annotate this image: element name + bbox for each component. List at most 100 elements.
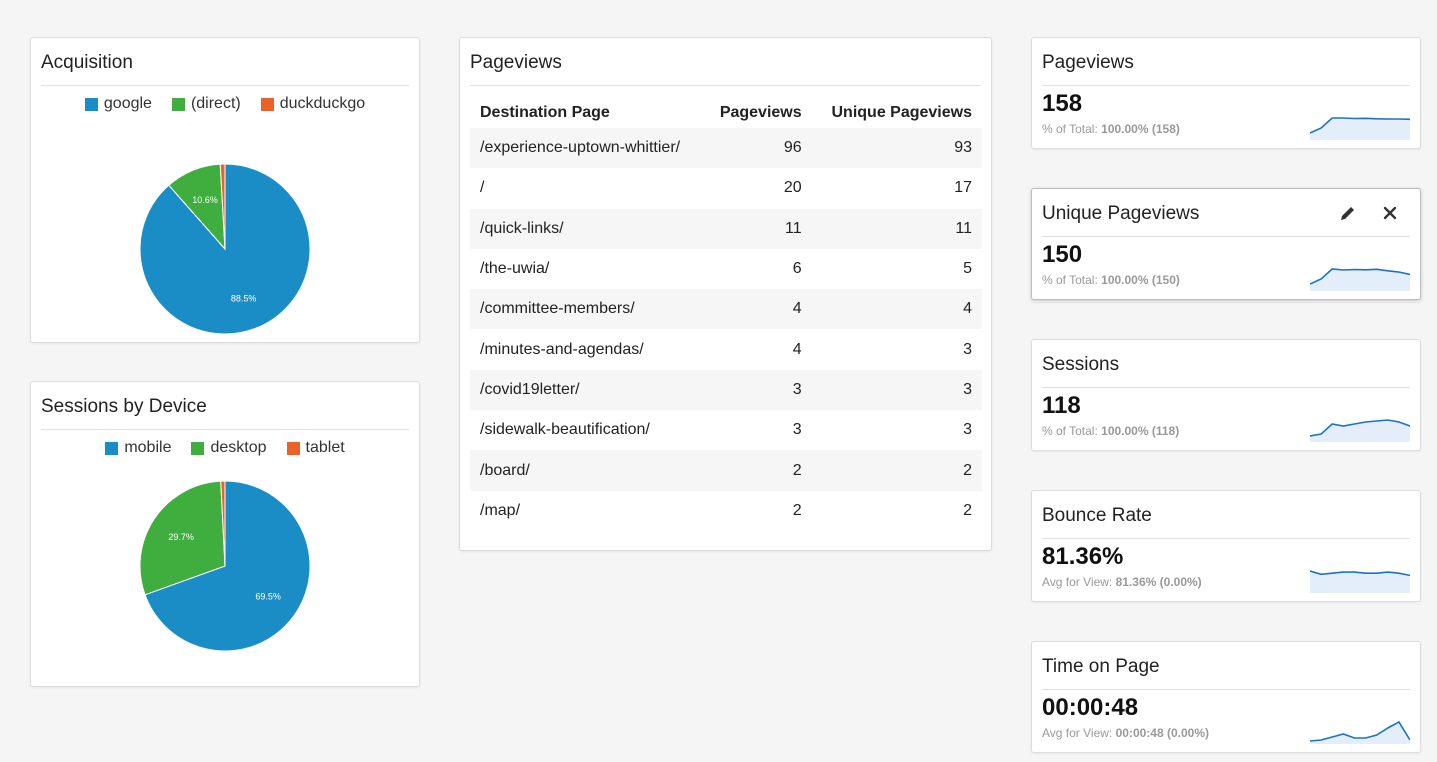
sparkline-chart[interactable] bbox=[1310, 412, 1410, 442]
unique-pageviews-cell: 2 bbox=[963, 501, 972, 519]
acquisition-legend: google (direct) duckduckgo bbox=[31, 95, 419, 113]
unique-pageviews-cell: 17 bbox=[954, 179, 972, 197]
sparkline-chart[interactable] bbox=[1310, 714, 1410, 744]
pageviews-table-card: Pageviews Destination Page Pageviews Uni… bbox=[459, 37, 992, 551]
device-pie-chart[interactable]: 69.5% 29.7% bbox=[139, 480, 311, 652]
table-header-row: Destination Page Pageviews Unique Pagevi… bbox=[470, 86, 982, 128]
page-link[interactable]: /the-uwia/ bbox=[470, 249, 704, 289]
sparkline-area bbox=[1310, 722, 1410, 744]
metric-sub-label: % of Total: bbox=[1042, 424, 1098, 438]
sparkline-chart[interactable] bbox=[1310, 110, 1410, 140]
device-legend: mobile desktop tablet bbox=[31, 439, 419, 457]
table-row: /minutes-and-agendas/4 3 bbox=[470, 329, 982, 369]
metric-title-text: Sessions bbox=[1042, 354, 1120, 375]
metric-sub-label: % of Total: bbox=[1042, 273, 1098, 287]
table-row: /experience-uptown-whittier/96 93 bbox=[470, 128, 982, 169]
legend-item-mobile[interactable]: mobile bbox=[105, 439, 171, 457]
column-header-pageviews[interactable]: Pageviews bbox=[704, 86, 812, 128]
metric-card-pageviews: Pageviews 158 % of Total: 100.00% (158) bbox=[1031, 37, 1421, 149]
unique-pageviews-cell: 2 bbox=[811, 450, 982, 491]
acquisition-pie-chart[interactable]: 88.5% 10.6% bbox=[139, 163, 311, 335]
legend-label: (direct) bbox=[190, 95, 241, 112]
table-row: /sidewalk-beautification/3 3 bbox=[470, 410, 982, 450]
page-link[interactable]: /quick-links/ bbox=[470, 208, 704, 249]
legend-swatch bbox=[105, 441, 119, 455]
table-row: /board/2 2 bbox=[470, 450, 982, 491]
metric-sub-label: Avg for View: bbox=[1042, 726, 1113, 740]
legend-item-duckduckgo[interactable]: duckduckgo bbox=[260, 95, 366, 113]
pie-slice-label: 10.6% bbox=[192, 195, 218, 205]
unique-pageviews-cell: 11 bbox=[811, 208, 982, 249]
legend-item-direct[interactable]: (direct) bbox=[171, 95, 241, 113]
pageviews-cell: 96 bbox=[703, 128, 812, 169]
sessions-by-device-card: Sessions by Device mobile desktop tablet… bbox=[30, 381, 420, 687]
metric-title: Sessions bbox=[1042, 340, 1410, 388]
legend-item-desktop[interactable]: desktop bbox=[191, 439, 267, 457]
metric-sub-value: 100.00% (150) bbox=[1101, 273, 1180, 287]
page-link[interactable]: / bbox=[470, 168, 704, 208]
page-link[interactable]: /sidewalk-beautification/ bbox=[470, 410, 704, 450]
table-row: /the-uwia/6 5 bbox=[470, 249, 982, 289]
metric-sub-value: 100.00% (158) bbox=[1101, 122, 1180, 136]
table-row: /committee-members/4 4 bbox=[470, 289, 982, 330]
sessions-by-device-title: Sessions by Device bbox=[41, 382, 409, 430]
sparkline-chart[interactable] bbox=[1310, 563, 1410, 593]
metric-card-time-on-page: Time on Page 00:00:48 Avg for View: 00:0… bbox=[1031, 641, 1421, 753]
legend-item-google[interactable]: google bbox=[84, 95, 152, 113]
page-link[interactable]: /experience-uptown-whittier/ bbox=[470, 128, 704, 169]
legend-swatch bbox=[171, 97, 185, 111]
edit-pencil-icon[interactable] bbox=[1338, 203, 1358, 223]
page-link[interactable]: /board/ bbox=[470, 450, 704, 491]
pageviews-table: Destination Page Pageviews Unique Pagevi… bbox=[470, 86, 982, 531]
unique-pageviews-cell: 3 bbox=[963, 421, 972, 439]
page-link[interactable]: /covid19letter/ bbox=[470, 369, 704, 411]
acquisition-card: Acquisition google (direct) duckduckgo 8… bbox=[30, 37, 420, 343]
metric-sub-value: 100.00% (118) bbox=[1101, 424, 1180, 438]
unique-pageviews-cell: 3 bbox=[811, 369, 982, 411]
pageviews-cell: 3 bbox=[703, 369, 812, 411]
table-row: / 20 17 bbox=[470, 168, 982, 208]
legend-swatch bbox=[84, 97, 98, 111]
metric-sub-value: 00:00:48 (0.00%) bbox=[1115, 726, 1209, 740]
metric-title: Bounce Rate bbox=[1042, 491, 1410, 539]
metric-title: Unique Pageviews bbox=[1042, 189, 1410, 237]
unique-pageviews-cell: 5 bbox=[963, 260, 972, 278]
metric-title-text: Unique Pageviews bbox=[1042, 203, 1200, 224]
pie-slice-label: 29.7% bbox=[168, 532, 194, 542]
page-link[interactable]: /map/ bbox=[470, 491, 704, 531]
legend-label: google bbox=[103, 95, 152, 112]
metric-card-sessions: Sessions 118 % of Total: 100.00% (118) bbox=[1031, 339, 1421, 451]
metric-card-bounce-rate: Bounce Rate 81.36% Avg for View: 81.36% … bbox=[1031, 490, 1421, 602]
metric-sub-value: 81.36% (0.00%) bbox=[1115, 575, 1202, 589]
unique-pageviews-cell: 93 bbox=[811, 128, 982, 169]
table-row: /map/2 2 bbox=[470, 491, 982, 531]
unique-pageviews-cell: 4 bbox=[811, 289, 982, 330]
column-header-destination-page[interactable]: Destination Page bbox=[470, 86, 704, 128]
legend-swatch bbox=[191, 441, 205, 455]
pageviews-cell: 6 bbox=[792, 260, 802, 278]
legend-label: tablet bbox=[305, 439, 345, 456]
legend-swatch bbox=[260, 97, 274, 111]
pie-slice-label: 88.5% bbox=[231, 293, 257, 303]
card-tools bbox=[1338, 203, 1400, 223]
pageviews-cell: 3 bbox=[792, 421, 802, 439]
pageviews-table-title: Pageviews bbox=[470, 38, 981, 86]
pageviews-cell: 11 bbox=[703, 208, 812, 249]
legend-item-tablet[interactable]: tablet bbox=[286, 439, 345, 457]
unique-pageviews-cell: 3 bbox=[963, 340, 972, 358]
pageviews-cell: 4 bbox=[703, 289, 812, 330]
pie-slice-label: 69.5% bbox=[255, 591, 281, 601]
metric-sub-label: % of Total: bbox=[1042, 122, 1098, 136]
page-link[interactable]: /committee-members/ bbox=[470, 289, 704, 330]
metric-title-text: Bounce Rate bbox=[1042, 505, 1152, 526]
pageviews-cell: 2 bbox=[703, 450, 812, 491]
table-row: /quick-links/11 11 bbox=[470, 208, 982, 249]
legend-label: duckduckgo bbox=[279, 95, 366, 112]
column-header-unique-pageviews[interactable]: Unique Pageviews bbox=[812, 86, 982, 128]
sparkline-area bbox=[1310, 118, 1410, 140]
metric-sub-label: Avg for View: bbox=[1042, 575, 1113, 589]
page-link[interactable]: /minutes-and-agendas/ bbox=[470, 329, 704, 369]
metric-title-text: Time on Page bbox=[1042, 656, 1160, 677]
sparkline-chart[interactable] bbox=[1310, 261, 1410, 291]
close-icon[interactable] bbox=[1380, 203, 1400, 223]
